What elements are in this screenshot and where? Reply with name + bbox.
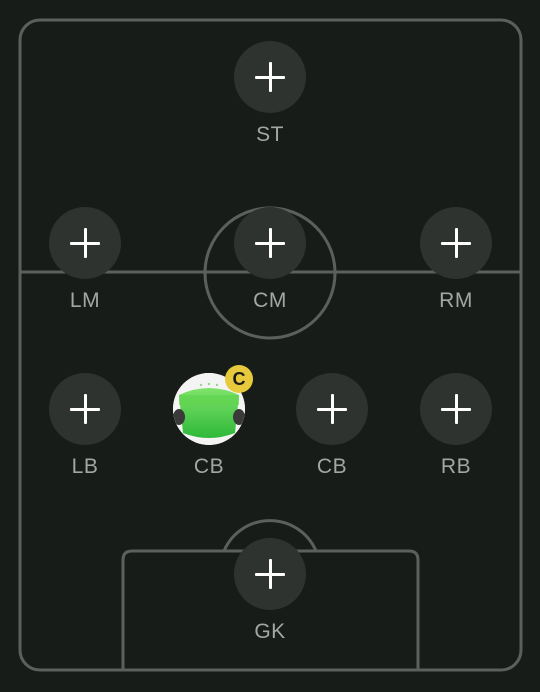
add-player-button-gk[interactable] xyxy=(234,538,306,610)
add-player-button-lm[interactable] xyxy=(49,207,121,279)
add-player-button-cb-right[interactable] xyxy=(296,373,368,445)
position-label-rm: RM xyxy=(439,289,473,312)
position-label-cb-left: CB xyxy=(193,455,225,478)
slot-st[interactable]: ST xyxy=(234,41,306,147)
plus-icon xyxy=(255,559,285,589)
slot-lb[interactable]: LB xyxy=(49,373,121,479)
add-player-button-st[interactable] xyxy=(234,41,306,113)
captain-badge: C xyxy=(225,365,253,393)
position-label-rb: RB xyxy=(440,455,472,478)
formation-pitch: ST LM CM RM LB C CB CB RB GK xyxy=(0,0,540,692)
add-player-button-rm[interactable] xyxy=(420,207,492,279)
position-label-gk: GK xyxy=(254,620,286,643)
slot-lm[interactable]: LM xyxy=(49,207,121,313)
slot-rb[interactable]: RB xyxy=(420,373,492,479)
position-label-lm: LM xyxy=(69,289,101,312)
slot-cm[interactable]: CM xyxy=(234,207,306,313)
player-avatar-button[interactable]: C xyxy=(173,365,253,445)
plus-icon xyxy=(70,394,100,424)
add-player-button-lb[interactable] xyxy=(49,373,121,445)
add-player-button-cm[interactable] xyxy=(234,207,306,279)
slot-rm[interactable]: RM xyxy=(420,207,492,313)
add-player-button-rb[interactable] xyxy=(420,373,492,445)
plus-icon xyxy=(441,228,471,258)
slot-gk[interactable]: GK xyxy=(234,538,306,644)
plus-icon xyxy=(255,62,285,92)
slot-cb-right[interactable]: CB xyxy=(296,373,368,479)
slot-cb-left[interactable]: C CB xyxy=(173,365,253,479)
plus-icon xyxy=(317,394,347,424)
plus-icon xyxy=(441,394,471,424)
position-label-cb-right: CB xyxy=(316,455,348,478)
position-label-lb: LB xyxy=(71,455,99,478)
position-label-st: ST xyxy=(256,123,284,146)
plus-icon xyxy=(255,228,285,258)
plus-icon xyxy=(70,228,100,258)
position-label-cm: CM xyxy=(253,289,287,312)
